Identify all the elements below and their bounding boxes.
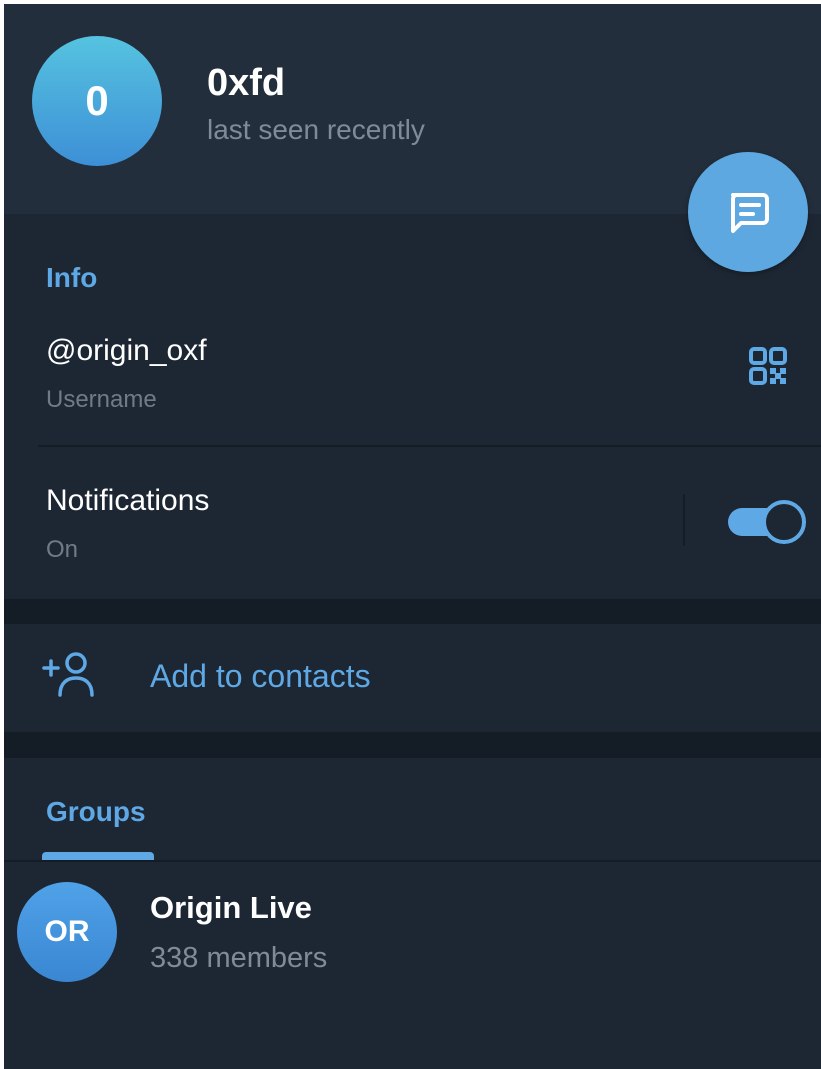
qr-code-icon[interactable] [748, 346, 788, 386]
info-section: Info @origin_oxf Username Notifications … [4, 214, 821, 599]
group-avatar-initials: OR [44, 915, 90, 948]
toggle-knob [762, 500, 806, 544]
group-avatar: OR [17, 882, 117, 982]
info-section-title: Info [46, 262, 98, 293]
message-button[interactable] [688, 152, 808, 272]
profile-screen: 0 0xfd last seen recently Info @origin_o… [4, 4, 821, 1069]
username-row[interactable]: @origin_oxf Username [4, 314, 821, 444]
tab-active-indicator [42, 852, 154, 860]
avatar[interactable]: 0 [32, 36, 162, 166]
divider [38, 445, 821, 447]
tab-groups[interactable]: Groups [46, 796, 146, 828]
tabs-divider [4, 860, 821, 862]
list-item[interactable] [4, 864, 821, 1004]
profile-name: 0xfd [207, 62, 286, 104]
username-label: Username [46, 386, 157, 413]
add-to-contacts-row[interactable]: Add to contacts [4, 624, 821, 732]
username-value: @origin_oxf [46, 334, 207, 367]
section-separator [4, 599, 821, 624]
add-user-icon [42, 652, 94, 697]
vertical-divider [683, 494, 685, 546]
add-to-contacts-label: Add to contacts [150, 658, 371, 694]
profile-status: last seen recently [207, 114, 425, 145]
group-name: Origin Live [150, 890, 312, 925]
group-members-count: 338 members [150, 942, 328, 974]
message-icon [731, 193, 769, 233]
notifications-label: Notifications [46, 484, 210, 517]
notifications-row[interactable]: Notifications On [4, 454, 684, 594]
notifications-value: On [46, 536, 79, 563]
section-separator [4, 732, 821, 758]
avatar-letter: 0 [85, 77, 109, 124]
notifications-toggle[interactable] [728, 500, 806, 544]
